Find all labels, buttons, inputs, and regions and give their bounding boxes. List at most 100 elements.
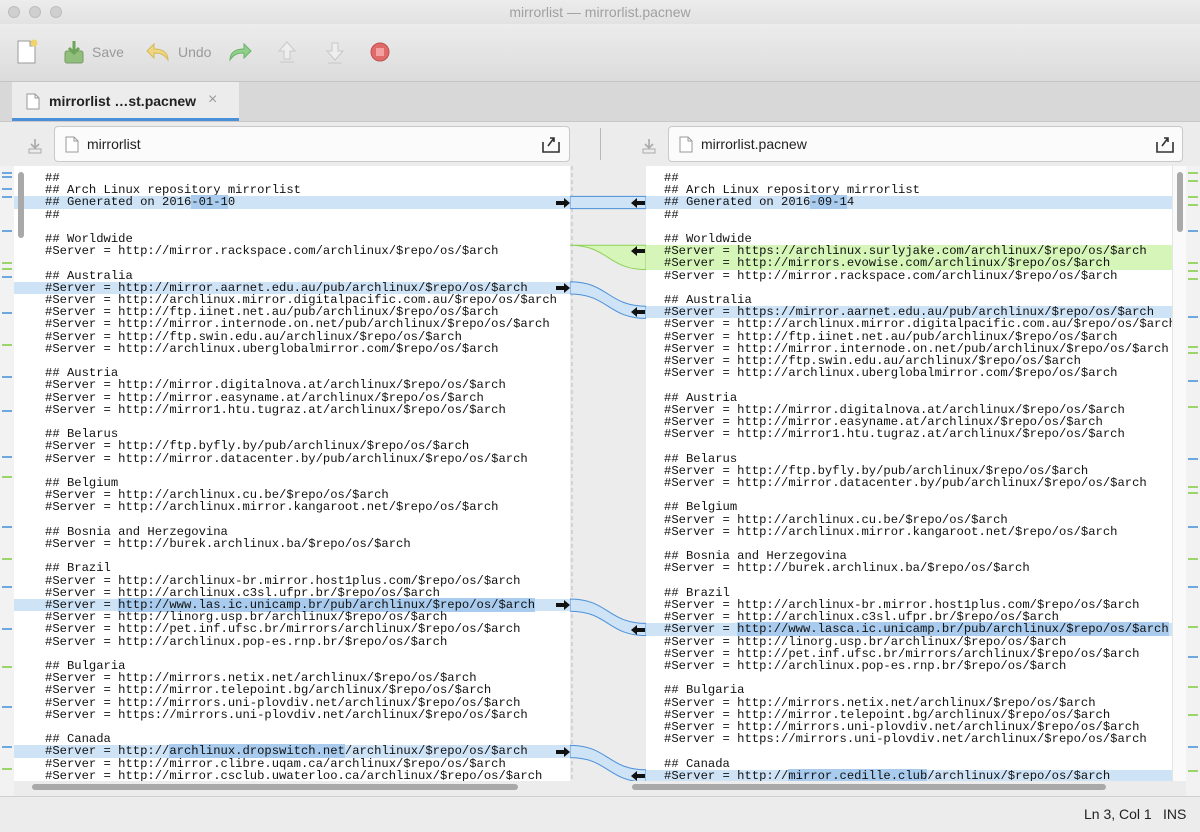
- left-code-line[interactable]: #Server = http://pet.inf.ufsc.br/mirrors…: [14, 623, 570, 635]
- left-code-line[interactable]: #Server = http://mirror.internode.on.net…: [14, 318, 570, 330]
- right-code-line[interactable]: #Server = http://mirror.cedille.club/arc…: [646, 768, 1172, 781]
- right-code-line[interactable]: #Server = http://archlinux.pop-es.rnp.br…: [646, 660, 1172, 672]
- open-file-icon[interactable]: [1155, 134, 1175, 154]
- right-file-field[interactable]: mirrorlist.pacnew: [668, 126, 1183, 162]
- right-code-line[interactable]: #Server = http://mirrors.evowise.com/arc…: [646, 257, 1172, 270]
- left-editor-pane[interactable]: ## ## Arch Linux repository mirrorlist ## …: [14, 166, 570, 781]
- right-code-line[interactable]: #Server = http://www.lasca.ic.unicamp.br…: [646, 622, 1172, 637]
- right-code-line[interactable]: #Server = http://mirror.rackspace.com/ar…: [646, 269, 1172, 281]
- right-code-line[interactable]: [646, 575, 1172, 587]
- left-code-line[interactable]: ##: [14, 208, 570, 220]
- right-change-map[interactable]: [1186, 166, 1200, 796]
- right-horizontal-scroll-thumb[interactable]: [632, 784, 1106, 790]
- left-code-line[interactable]: ## Brazil: [14, 562, 570, 574]
- left-code-line[interactable]: #Server = https://mirrors.uni-plovdiv.ne…: [14, 709, 570, 721]
- left-code-line[interactable]: #Server = http://archlinux-br.mirror.hos…: [14, 574, 570, 586]
- left-file-field[interactable]: mirrorlist: [54, 126, 570, 162]
- right-file-save-icon[interactable]: [641, 138, 657, 154]
- copy-to-right-arrow-icon[interactable]: [555, 600, 571, 611]
- left-code-line[interactable]: #Server = http://mirror.datacenter.by/pu…: [14, 452, 570, 464]
- open-file-icon[interactable]: [541, 134, 561, 154]
- left-code-line[interactable]: #Server = http://mirror1.htu.tugraz.at/a…: [14, 404, 570, 416]
- right-code-line[interactable]: #Server = https://mirrors.uni-plovdiv.ne…: [646, 733, 1172, 745]
- left-code-text[interactable]: ## ## Arch Linux repository mirrorlist ## …: [14, 166, 570, 781]
- left-code-line[interactable]: #Server = http://burek.archlinux.ba/$rep…: [14, 538, 570, 550]
- left-horizontal-scroll-thumb[interactable]: [32, 784, 518, 790]
- left-code-line[interactable]: #Server = http://archlinux.pop-es.rnp.br…: [14, 635, 570, 647]
- left-code-line[interactable]: [14, 514, 570, 526]
- save-label: Save: [92, 44, 124, 60]
- right-vertical-scrollbar[interactable]: [1172, 166, 1187, 781]
- change-marker: [2, 262, 12, 264]
- inline-change-highlight: -01-1: [191, 195, 228, 210]
- right-code-line[interactable]: #Server = http://burek.archlinux.ba/$rep…: [646, 562, 1172, 574]
- left-code-line[interactable]: #Server = http://mirror.clibre.uqam.ca/a…: [14, 757, 570, 769]
- right-code-line[interactable]: [646, 440, 1172, 452]
- right-code-line[interactable]: ## Austria: [646, 391, 1172, 403]
- right-code-line[interactable]: #Server = http://archlinux.mirror.digita…: [646, 318, 1172, 330]
- right-code-line[interactable]: #Server = http://mirror1.htu.tugraz.at/a…: [646, 428, 1172, 440]
- right-editor-pane[interactable]: ## ## Arch Linux repository mirrorlist ## …: [646, 166, 1172, 781]
- redo-button[interactable]: [226, 38, 254, 66]
- copy-to-left-arrow-icon[interactable]: [630, 624, 646, 635]
- right-code-line[interactable]: ## Belarus: [646, 452, 1172, 464]
- title-bar: mirrorlist — mirrorlist.pacnew: [0, 0, 1200, 24]
- left-file-save-icon[interactable]: [27, 138, 43, 154]
- change-marker: [1188, 492, 1198, 494]
- right-code-line[interactable]: #Server = http://archlinux.cu.be/$repo/o…: [646, 513, 1172, 525]
- right-code-line[interactable]: #Server = http://mirror.datacenter.by/pu…: [646, 477, 1172, 489]
- save-button[interactable]: Save: [62, 38, 124, 66]
- right-code-line[interactable]: ## Bulgaria: [646, 684, 1172, 696]
- left-code-line[interactable]: [14, 257, 570, 269]
- left-code-line[interactable]: #Server = http://archlinux.mirror.kangar…: [14, 501, 570, 513]
- right-code-text[interactable]: ## ## Arch Linux repository mirrorlist ## …: [646, 166, 1172, 781]
- right-vertical-scroll-thumb[interactable]: [1177, 172, 1183, 232]
- left-code-line[interactable]: #Server = http://archlinux.dropswitch.ne…: [14, 744, 570, 759]
- right-code-line[interactable]: ## Canada: [646, 757, 1172, 769]
- copy-to-right-arrow-icon[interactable]: [555, 746, 571, 757]
- left-code-line[interactable]: #Server = http://ftp.swin.edu.au/archlin…: [14, 330, 570, 342]
- right-code-line[interactable]: #Server = http://archlinux.mirror.kangar…: [646, 526, 1172, 538]
- right-code-line[interactable]: #Server = http://mirrors.netix.net/archl…: [646, 696, 1172, 708]
- change-marker: [2, 276, 12, 278]
- next-change-button[interactable]: [322, 38, 348, 66]
- right-code-line[interactable]: ## Generated on 2016-09-14: [646, 195, 1172, 210]
- stop-button[interactable]: [369, 38, 391, 66]
- left-code-line[interactable]: #Server = http://mirror.rackspace.com/ar…: [14, 245, 570, 257]
- left-code-line[interactable]: #Server = http://mirror.digitalnova.at/a…: [14, 379, 570, 391]
- left-code-line[interactable]: #Server = http://ftp.byfly.by/pub/archli…: [14, 440, 570, 452]
- change-marker: [2, 410, 12, 412]
- left-vertical-scroll-thumb[interactable]: [18, 172, 24, 238]
- tab-mirrorlist-comparison[interactable]: mirrorlist …st.pacnew ×: [12, 82, 239, 121]
- new-document-button[interactable]: [14, 38, 40, 66]
- copy-to-right-arrow-icon[interactable]: [555, 197, 571, 208]
- copy-to-left-arrow-icon[interactable]: [630, 770, 646, 781]
- right-code-line[interactable]: #Server = http://linorg.usp.br/archlinux…: [646, 635, 1172, 647]
- tab-close-icon[interactable]: ×: [208, 91, 217, 109]
- right-code-line[interactable]: [646, 745, 1172, 757]
- left-code-line[interactable]: ## Australia: [14, 269, 570, 281]
- right-code-line[interactable]: #Server = http://ftp.iinet.net.au/pub/ar…: [646, 330, 1172, 342]
- change-marker: [2, 176, 12, 178]
- change-marker: [2, 196, 12, 198]
- copy-to-right-arrow-icon[interactable]: [555, 282, 571, 293]
- undo-button[interactable]: Undo: [144, 38, 211, 66]
- left-code-line[interactable]: ## Generated on 2016-01-10: [14, 195, 570, 210]
- copy-to-left-arrow-icon[interactable]: [630, 307, 646, 318]
- window-title: mirrorlist — mirrorlist.pacnew: [509, 4, 691, 20]
- right-code-line[interactable]: ##: [646, 208, 1172, 220]
- left-code-line[interactable]: #Server = http://mirrors.uni-plovdiv.net…: [14, 696, 570, 708]
- copy-to-left-arrow-icon[interactable]: [630, 197, 646, 208]
- right-code-line[interactable]: ## Belgium: [646, 501, 1172, 513]
- left-code-line[interactable]: #Server = http://archlinux.uberglobalmir…: [14, 343, 570, 355]
- copy-to-left-arrow-icon[interactable]: [630, 246, 646, 257]
- arrow-up-icon: [277, 41, 297, 63]
- left-code-line[interactable]: #Server = http://mirror.telepoint.bg/arc…: [14, 684, 570, 696]
- right-code-line[interactable]: [646, 379, 1172, 391]
- left-code-line[interactable]: #Server = http://mirror.csclub.uwaterloo…: [14, 770, 570, 781]
- right-code-line[interactable]: #Server = http://archlinux.uberglobalmir…: [646, 367, 1172, 379]
- left-code-line[interactable]: #Server = http://mirror.easyname.at/arch…: [14, 391, 570, 403]
- previous-change-button[interactable]: [274, 38, 300, 66]
- change-marker: [2, 476, 12, 478]
- left-change-map[interactable]: [0, 166, 14, 796]
